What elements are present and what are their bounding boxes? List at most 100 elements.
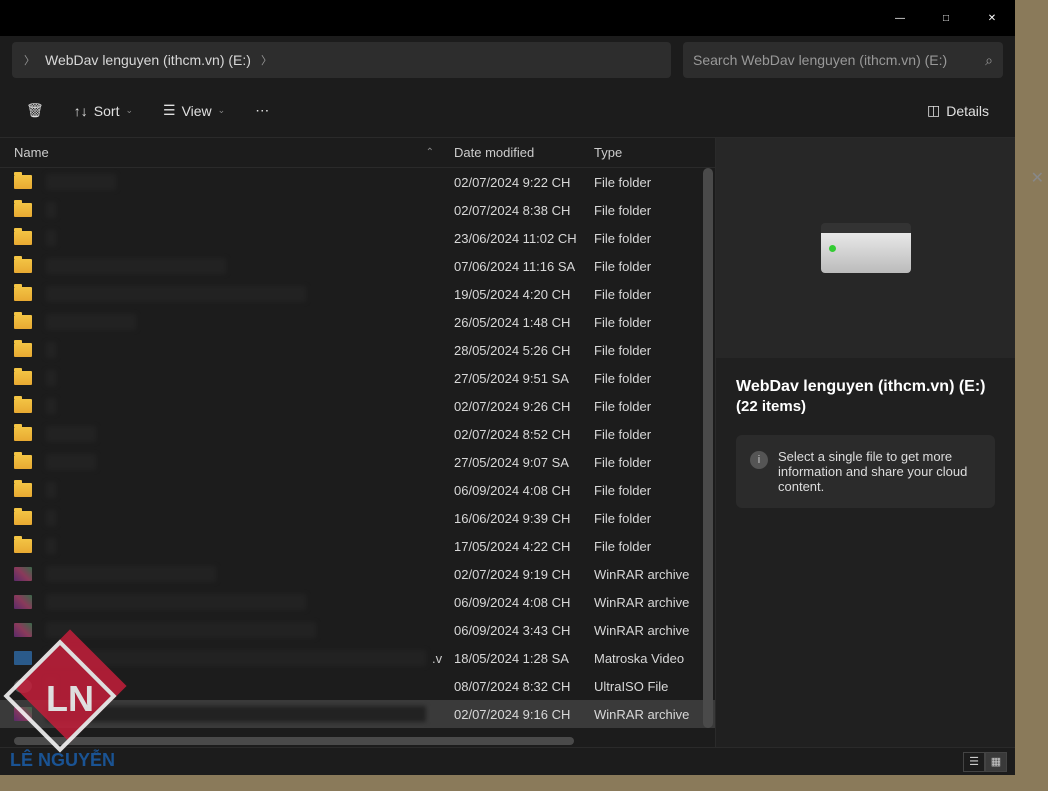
cell-type: File folder — [594, 315, 715, 330]
list-icon: ☰ — [163, 102, 176, 119]
folder-icon — [14, 539, 32, 553]
table-row[interactable]: 08/07/2024 8:32 CHUltraISO File — [0, 672, 715, 700]
title-bar: — □ ✕ — [0, 0, 1015, 36]
sort-label: Sort — [94, 103, 120, 119]
cell-type: File folder — [594, 483, 715, 498]
breadcrumb[interactable]: 〉 WebDav lenguyen (ithcm.vn) (E:) 〉 — [12, 42, 671, 78]
folder-icon — [14, 231, 32, 245]
table-row[interactable]: 16/06/2024 9:39 CHFile folder — [0, 504, 715, 532]
cell-date: 27/05/2024 9:51 SA — [454, 371, 594, 386]
close-button[interactable]: ✕ — [969, 0, 1015, 36]
drive-icon — [821, 223, 911, 273]
minimize-button[interactable]: — — [877, 0, 923, 36]
cell-type: WinRAR archive — [594, 567, 715, 582]
cell-type: File folder — [594, 203, 715, 218]
more-button[interactable]: ⋯ — [249, 98, 275, 123]
file-name-redacted — [46, 398, 56, 414]
search-input[interactable] — [693, 52, 985, 68]
table-row[interactable]: 28/05/2024 5:26 CHFile folder — [0, 336, 715, 364]
folder-icon — [14, 483, 32, 497]
cell-date: 02/07/2024 9:26 CH — [454, 399, 594, 414]
folder-icon — [14, 315, 32, 329]
vertical-scrollbar[interactable] — [701, 138, 715, 747]
rar-icon — [14, 595, 32, 609]
cell-date: 19/05/2024 4:20 CH — [454, 287, 594, 302]
search-icon[interactable]: ⌕ — [985, 52, 993, 69]
file-name-redacted — [46, 622, 316, 638]
scroll-thumb[interactable] — [703, 168, 713, 728]
column-headers: Name ⌃ Date modified Type — [0, 138, 715, 168]
cell-type: WinRAR archive — [594, 595, 715, 610]
table-row[interactable]: 23/06/2024 11:02 CHFile folder — [0, 224, 715, 252]
info-icon: i — [750, 451, 768, 469]
cell-date: 02/07/2024 8:52 CH — [454, 427, 594, 442]
trash-icon: 🗑 — [26, 102, 44, 119]
file-list[interactable]: Name ⌃ Date modified Type 02/07/2024 9:2… — [0, 138, 715, 747]
cell-date: 23/06/2024 11:02 CH — [454, 231, 594, 246]
table-row[interactable]: 06/09/2024 4:08 CHFile folder — [0, 476, 715, 504]
file-name-redacted — [46, 538, 56, 554]
rar-icon — [14, 567, 32, 581]
header-type[interactable]: Type — [594, 145, 715, 160]
table-row[interactable]: 07/06/2024 11:16 SAFile folder — [0, 252, 715, 280]
file-name-redacted — [46, 314, 136, 330]
info-text: Select a single file to get more informa… — [778, 449, 981, 494]
background-close-icon[interactable]: ✕ — [1031, 168, 1044, 188]
delete-button[interactable]: 🗑 — [20, 98, 50, 123]
table-row[interactable]: 17/05/2024 4:22 CHFile folder — [0, 532, 715, 560]
table-row[interactable]: .v18/05/2024 1:28 SAMatroska Video — [0, 644, 715, 672]
table-row[interactable]: 06/09/2024 4:08 CHWinRAR archive — [0, 588, 715, 616]
cell-type: File folder — [594, 455, 715, 470]
view-label: View — [182, 103, 212, 119]
file-name-redacted — [46, 706, 426, 722]
details-icon: ◫ — [927, 102, 940, 119]
cell-date: 06/09/2024 4:08 CH — [454, 483, 594, 498]
file-name-redacted — [46, 370, 56, 386]
table-row[interactable]: 02/07/2024 8:52 CHFile folder — [0, 420, 715, 448]
file-name-redacted — [46, 342, 56, 358]
cell-type: File folder — [594, 511, 715, 526]
content-area: Name ⌃ Date modified Type 02/07/2024 9:2… — [0, 138, 1015, 747]
explorer-window: — □ ✕ 〉 WebDav lenguyen (ithcm.vn) (E:) … — [0, 0, 1015, 775]
cell-type: File folder — [594, 287, 715, 302]
folder-icon — [14, 287, 32, 301]
cell-date: 28/05/2024 5:26 CH — [454, 343, 594, 358]
folder-icon — [14, 259, 32, 273]
table-row[interactable]: 26/05/2024 1:48 CHFile folder — [0, 308, 715, 336]
maximize-button[interactable]: □ — [923, 0, 969, 36]
table-row[interactable]: 06/09/2024 3:43 CHWinRAR archive — [0, 616, 715, 644]
table-row[interactable]: 02/07/2024 9:16 CHWinRAR archive — [0, 700, 715, 728]
view-details-button[interactable]: ▦ — [985, 752, 1007, 772]
cell-date: 26/05/2024 1:48 CH — [454, 315, 594, 330]
file-name-redacted — [46, 230, 56, 246]
cell-type: UltraISO File — [594, 679, 715, 694]
details-button[interactable]: ◫ Details — [921, 98, 995, 123]
view-button[interactable]: ☰ View ⌄ — [157, 98, 231, 123]
file-name-redacted — [46, 678, 56, 694]
breadcrumb-location: WebDav lenguyen (ithcm.vn) (E:) — [45, 52, 251, 68]
details-pane: WebDav lenguyen (ithcm.vn) (E:) (22 item… — [715, 138, 1015, 747]
header-date[interactable]: Date modified — [454, 145, 594, 160]
table-row[interactable]: 02/07/2024 9:26 CHFile folder — [0, 392, 715, 420]
folder-icon — [14, 343, 32, 357]
table-row[interactable]: 02/07/2024 9:22 CHFile folder — [0, 168, 715, 196]
file-name-redacted — [46, 174, 116, 190]
cell-date: 06/09/2024 3:43 CH — [454, 623, 594, 638]
file-name-redacted — [46, 650, 426, 666]
table-row[interactable]: 02/07/2024 9:19 CHWinRAR archive — [0, 560, 715, 588]
folder-icon — [14, 371, 32, 385]
folder-icon — [14, 455, 32, 469]
header-name[interactable]: Name ⌃ — [14, 145, 454, 160]
file-name-redacted — [46, 594, 306, 610]
view-list-button[interactable]: ☰ — [963, 752, 985, 772]
table-row[interactable]: 27/05/2024 9:07 SAFile folder — [0, 448, 715, 476]
horizontal-scrollbar[interactable] — [14, 737, 574, 745]
search-box[interactable]: ⌕ — [683, 42, 1003, 78]
cell-date: 07/06/2024 11:16 SA — [454, 259, 594, 274]
table-row[interactable]: 02/07/2024 8:38 CHFile folder — [0, 196, 715, 224]
table-row[interactable]: 19/05/2024 4:20 CHFile folder — [0, 280, 715, 308]
folder-icon — [14, 511, 32, 525]
sort-button[interactable]: ↑↓ Sort ⌄ — [68, 99, 139, 123]
table-row[interactable]: 27/05/2024 9:51 SAFile folder — [0, 364, 715, 392]
sort-indicator-icon: ⌃ — [426, 147, 434, 158]
